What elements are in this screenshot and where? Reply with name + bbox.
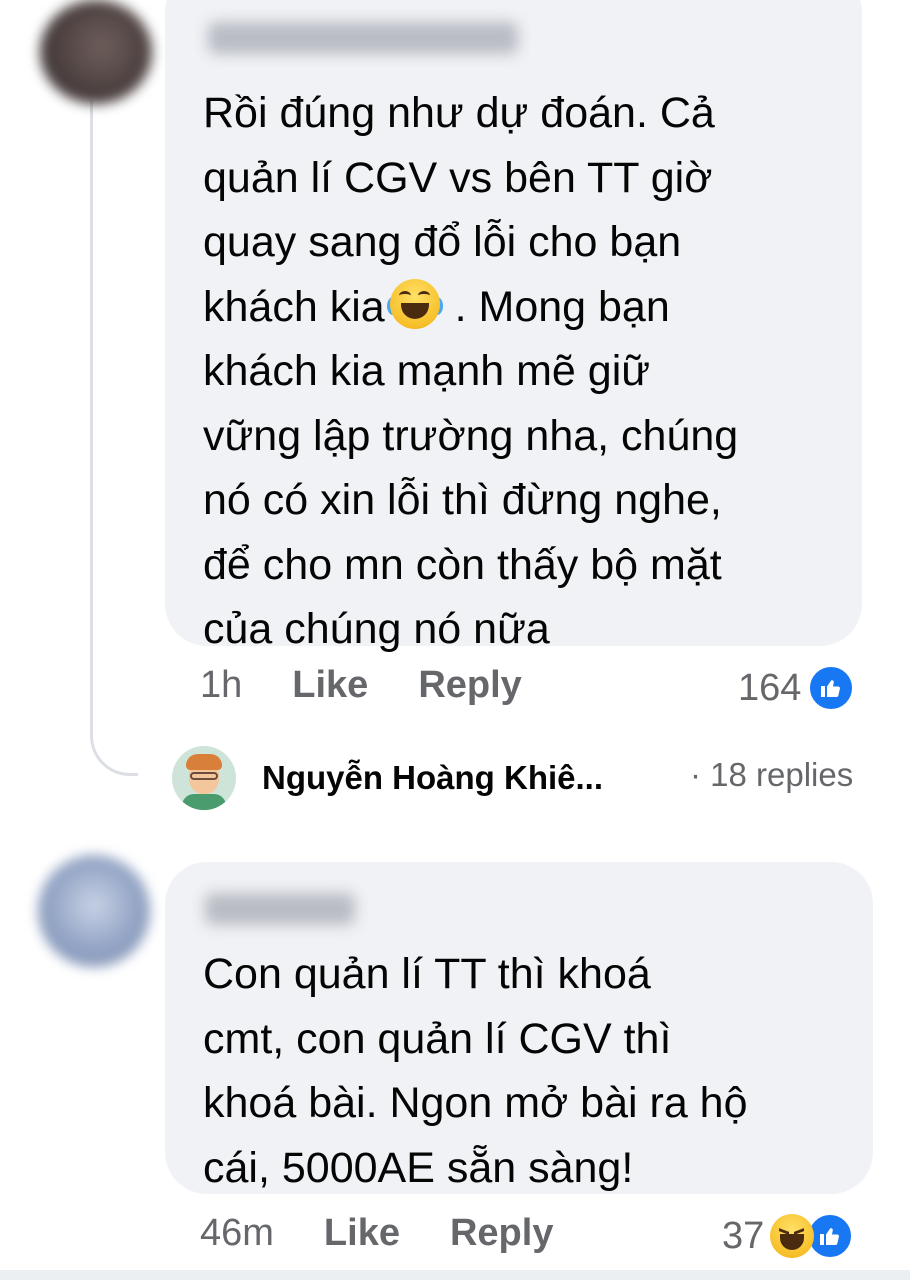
- thread-connector-line: [90, 100, 138, 776]
- commenter-avatar-blurred[interactable]: [38, 855, 150, 967]
- view-replies-link[interactable]: · 18 replies: [690, 756, 853, 794]
- tears-of-joy-emoji: [386, 278, 443, 329]
- comment-thread: Rồi đúng như dự đoán. Cả quản lí CGV vs …: [0, 0, 910, 1280]
- commenter-avatar-blurred[interactable]: [40, 0, 152, 104]
- comment-actions: 46m Like Reply: [200, 1212, 553, 1255]
- reaction-summary[interactable]: 164: [738, 664, 856, 712]
- commenter-name-blurred[interactable]: [208, 22, 518, 54]
- reply-button[interactable]: Reply: [418, 664, 521, 707]
- replier-name[interactable]: Nguyễn Hoàng Khiê...: [262, 759, 603, 797]
- comment-actions: 1h Like Reply: [200, 664, 522, 707]
- reaction-summary[interactable]: 37: [722, 1212, 855, 1260]
- replies-preview[interactable]: Nguyễn Hoàng Khiê...: [172, 746, 603, 810]
- like-button[interactable]: Like: [324, 1212, 400, 1255]
- comment-text: Con quản lí TT thì khoá cmt, con quản lí…: [203, 950, 748, 1192]
- reply-button[interactable]: Reply: [450, 1212, 553, 1255]
- commenter-name-blurred[interactable]: [205, 893, 355, 925]
- reaction-count: 37: [722, 1214, 765, 1257]
- comment-text: Rồi đúng như dự đoán. Cả quản lí CGV vs …: [203, 89, 739, 653]
- comment-timestamp[interactable]: 46m: [200, 1212, 274, 1255]
- comment-timestamp[interactable]: 1h: [200, 664, 242, 707]
- reaction-count: 164: [738, 666, 802, 709]
- comment-bubble: Rồi đúng như dự đoán. Cả quản lí CGV vs …: [165, 0, 862, 653]
- haha-icon: [770, 1214, 815, 1258]
- replier-avatar: [172, 746, 236, 810]
- like-icon: [807, 664, 856, 712]
- like-button[interactable]: Like: [292, 664, 368, 707]
- divider: [0, 1270, 910, 1280]
